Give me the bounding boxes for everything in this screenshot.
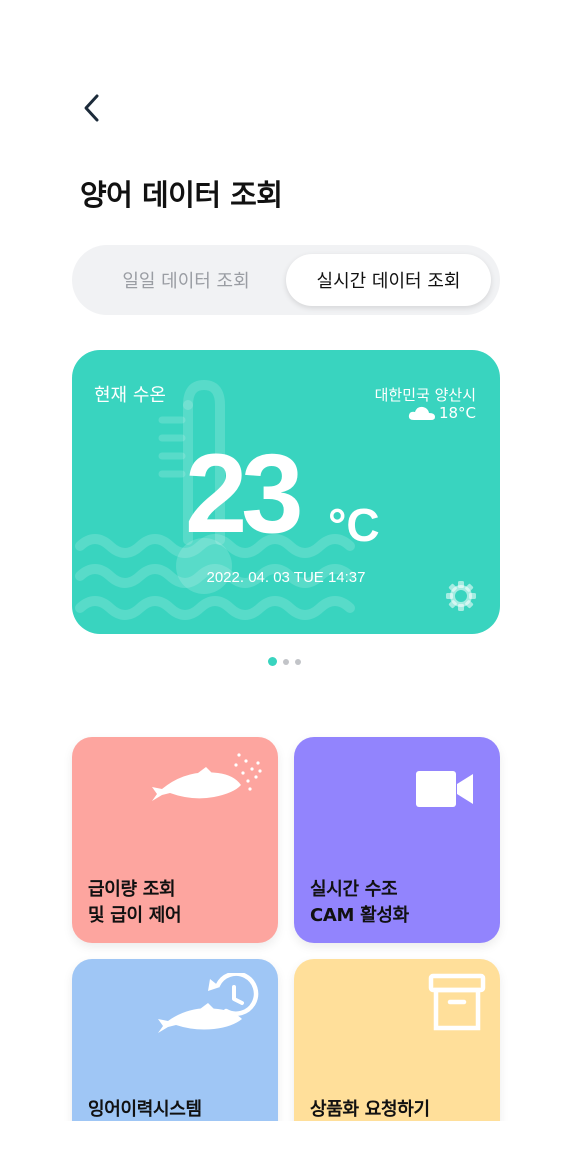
gear-icon[interactable] — [444, 579, 478, 613]
live-cam-label: 실시간 수조 CAM 활성화 — [310, 877, 409, 929]
pager-dot[interactable] — [283, 658, 289, 665]
tab-daily-data[interactable]: 일일 데이터 조회 — [86, 254, 286, 306]
product-request-label: 상품화 요청하기 — [310, 1099, 430, 1120]
video-camera-icon — [416, 771, 473, 807]
archive-box-icon — [428, 973, 486, 1031]
fish-history-icon — [158, 973, 259, 1033]
feed-label-line1: 급이량 조회 — [88, 879, 176, 900]
water-temperature-card[interactable]: 현재 수온 대한민국 양산시 18°C 23 °C 2022. 04. 03 T… — [72, 350, 500, 634]
feed-label-line2: 및 급이 제어 — [88, 905, 182, 926]
fish-feed-icon — [152, 753, 262, 801]
back-button[interactable] — [74, 88, 110, 128]
live-cam-tile[interactable]: 실시간 수조 CAM 활성화 — [294, 737, 500, 943]
tab-realtime-data[interactable]: 실시간 데이터 조회 — [286, 254, 491, 306]
bottom-fade — [0, 1121, 570, 1153]
cloud-icon — [408, 406, 435, 420]
current-temp-label: 현재 수온 — [94, 385, 166, 406]
location-label: 대한민국 양산시 — [374, 386, 476, 404]
pager-dot-active[interactable] — [268, 657, 277, 666]
measured-datetime: 2022. 04. 03 TUE 14:37 — [206, 569, 366, 586]
chevron-left-icon — [84, 94, 99, 122]
temp-value: 23 — [185, 431, 304, 556]
feed-control-tile[interactable]: 급이량 조회 및 급이 제어 — [72, 737, 278, 943]
temp-unit: °C — [328, 499, 380, 551]
cam-label-line1: 실시간 수조 — [310, 879, 398, 900]
pager-dots — [268, 657, 301, 666]
cam-label-line2: CAM 활성화 — [310, 905, 409, 926]
segment-control: 일일 데이터 조회 실시간 데이터 조회 — [72, 245, 500, 315]
feed-control-label: 급이량 조회 및 급이 제어 — [88, 877, 182, 929]
page-title: 양어 데이터 조회 — [80, 178, 283, 212]
weather-info: 18°C — [408, 404, 476, 422]
carp-history-label: 잉어이력시스템 — [88, 1099, 202, 1120]
weather-temp: 18°C — [438, 404, 476, 422]
pager-dot[interactable] — [295, 658, 301, 665]
